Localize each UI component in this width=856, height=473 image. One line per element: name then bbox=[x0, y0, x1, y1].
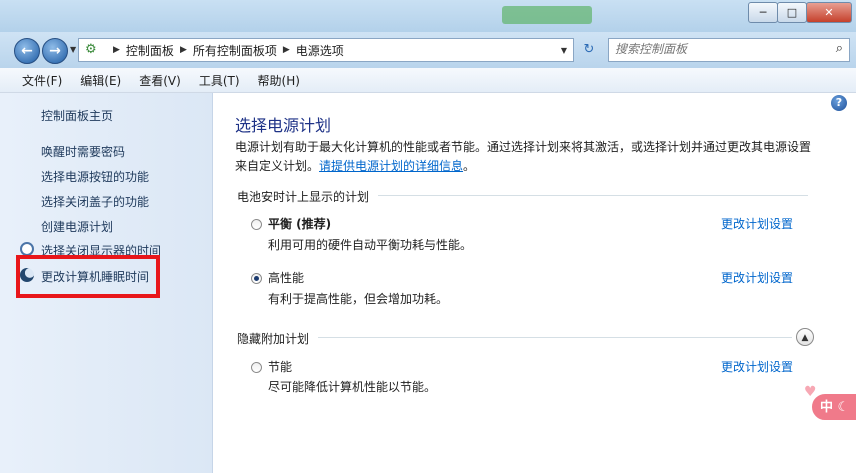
plan-power-saver-name[interactable]: 节能 bbox=[268, 358, 292, 375]
back-button[interactable]: ← bbox=[14, 38, 40, 64]
sidebar-item-wake-password[interactable]: 唤醒时需要密码 bbox=[41, 143, 125, 160]
description-end: 。 bbox=[463, 159, 476, 173]
details-link[interactable]: 请提供电源计划的详细信息 bbox=[319, 159, 463, 173]
menu-view[interactable]: 查看(V) bbox=[139, 72, 181, 89]
close-button[interactable]: ✕ bbox=[806, 2, 852, 23]
group-divider bbox=[318, 337, 792, 338]
ime-mode-indicator[interactable]: 中 ☾ bbox=[810, 392, 856, 422]
chevron-up-icon: ▲ bbox=[801, 333, 809, 343]
sidebar-item-create-plan[interactable]: 创建电源计划 bbox=[41, 218, 113, 235]
breadcrumb-separator[interactable]: ▶ bbox=[283, 45, 290, 55]
help-icon: ? bbox=[835, 96, 843, 109]
group-battery-plans-title: 电池安时计上显示的计划 bbox=[237, 190, 370, 204]
refresh-button[interactable]: ↻ bbox=[578, 40, 600, 60]
minimize-button[interactable]: ─ bbox=[748, 2, 778, 23]
ime-label: 中 bbox=[820, 400, 834, 415]
search-input[interactable] bbox=[609, 39, 821, 59]
breadcrumb-separator[interactable]: ▶ bbox=[113, 45, 120, 55]
plan-balanced-radio[interactable] bbox=[251, 219, 262, 230]
plan-balanced-description: 利用可用的硬件自动平衡功耗与性能。 bbox=[268, 238, 473, 252]
plan-high-performance-change-settings-link[interactable]: 更改计划设置 bbox=[721, 269, 793, 286]
forward-arrow-icon: → bbox=[49, 43, 61, 59]
clock-icon bbox=[20, 242, 34, 256]
taskbar-thumbnail bbox=[502, 6, 592, 24]
back-arrow-icon: ← bbox=[21, 43, 33, 59]
highlight-box bbox=[16, 255, 160, 298]
moon-icon: ☾ bbox=[837, 400, 850, 415]
breadcrumb-separator[interactable]: ▶ bbox=[180, 45, 187, 55]
collapse-button[interactable]: ▲ bbox=[796, 328, 814, 346]
forward-button[interactable]: → bbox=[42, 38, 68, 64]
control-panel-icon: ⚙ bbox=[85, 42, 97, 57]
plan-power-saver-radio[interactable] bbox=[251, 362, 262, 373]
page-description: 电源计划有助于最大化计算机的性能或者节能。通过选择计划来将其激活，或选择计划并通… bbox=[235, 138, 815, 176]
recent-pages-dropdown[interactable]: ▼ bbox=[70, 45, 76, 54]
breadcrumb-power-options[interactable]: 电源选项 bbox=[296, 42, 344, 59]
address-bar[interactable]: ⚙ ▶ 控制面板 ▶ 所有控制面板项 ▶ 电源选项 ▼ bbox=[78, 38, 574, 62]
plan-high-performance-radio[interactable] bbox=[251, 273, 262, 284]
address-dropdown-icon[interactable]: ▼ bbox=[555, 46, 573, 55]
maximize-button[interactable]: □ bbox=[777, 2, 807, 23]
group-hidden-plans-title[interactable]: 隐藏附加计划 bbox=[237, 330, 309, 347]
group-divider bbox=[378, 195, 808, 196]
menu-tools[interactable]: 工具(T) bbox=[199, 72, 240, 89]
sidebar-item-power-buttons[interactable]: 选择电源按钮的功能 bbox=[41, 168, 149, 185]
menu-file[interactable]: 文件(F) bbox=[22, 72, 62, 89]
sidebar: 控制面板主页 唤醒时需要密码 选择电源按钮的功能 选择关闭盖子的功能 创建电源计… bbox=[0, 93, 213, 473]
help-button[interactable]: ? bbox=[831, 95, 847, 111]
plan-power-saver-description: 尽可能降低计算机性能以节能。 bbox=[268, 380, 437, 394]
search-box[interactable]: ⌕ bbox=[608, 38, 850, 62]
plan-power-saver-change-settings-link[interactable]: 更改计划设置 bbox=[721, 358, 793, 375]
title-bar: ─ □ ✕ bbox=[0, 0, 856, 32]
address-row: ← → ▼ ⚙ ▶ 控制面板 ▶ 所有控制面板项 ▶ 电源选项 ▼ ↻ ⌕ bbox=[0, 32, 856, 68]
plan-high-performance-name[interactable]: 高性能 bbox=[268, 269, 304, 286]
ime-toolbar[interactable]: ♥ 中 ☾ bbox=[804, 385, 856, 426]
window-controls: ─ □ ✕ bbox=[748, 2, 852, 23]
plan-high-performance-description: 有利于提高性能，但会增加功耗。 bbox=[268, 292, 449, 306]
menu-help[interactable]: 帮助(H) bbox=[258, 72, 300, 89]
sidebar-item-lid-close[interactable]: 选择关闭盖子的功能 bbox=[41, 193, 149, 210]
refresh-icon: ↻ bbox=[583, 42, 595, 57]
search-icon[interactable]: ⌕ bbox=[836, 41, 843, 56]
menu-bar: 文件(F) 编辑(E) 查看(V) 工具(T) 帮助(H) bbox=[0, 68, 856, 93]
plan-balanced-name[interactable]: 平衡 (推荐) bbox=[268, 215, 331, 232]
sidebar-control-panel-home[interactable]: 控制面板主页 bbox=[41, 107, 113, 124]
menu-edit[interactable]: 编辑(E) bbox=[80, 72, 121, 89]
breadcrumb-control-panel[interactable]: 控制面板 bbox=[126, 42, 174, 59]
page-title: 选择电源计划 bbox=[235, 116, 332, 135]
plan-balanced-change-settings-link[interactable]: 更改计划设置 bbox=[721, 215, 793, 232]
breadcrumb-all-items[interactable]: 所有控制面板项 bbox=[193, 42, 277, 59]
